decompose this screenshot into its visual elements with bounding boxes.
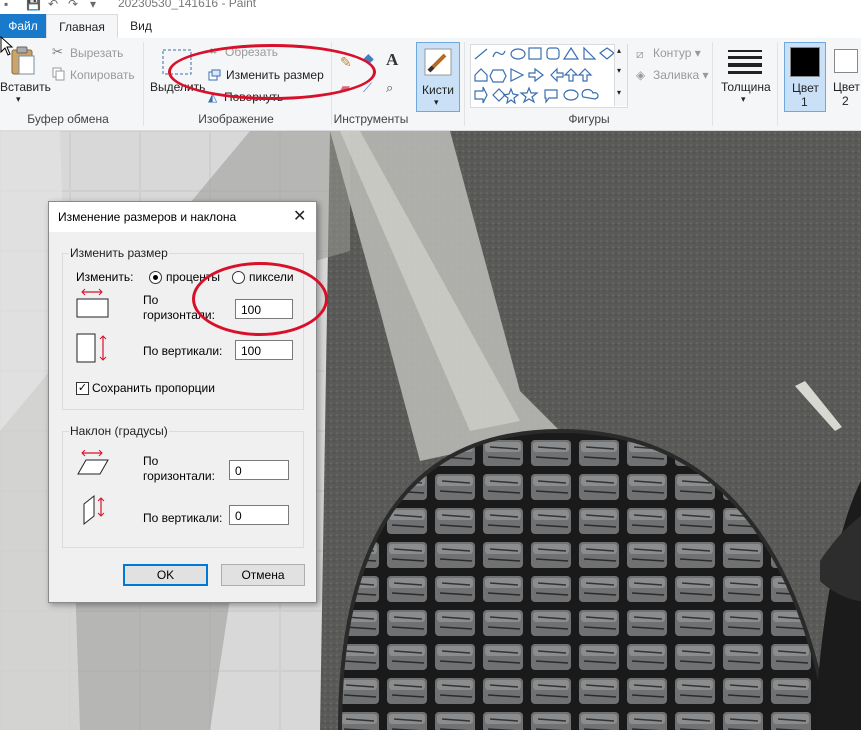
vertical-resize-icon bbox=[76, 332, 110, 369]
cancel-button[interactable]: Отмена bbox=[221, 564, 305, 586]
dialog-title: Изменение размеров и наклона bbox=[58, 210, 237, 224]
paint-app-icon: ▪ bbox=[4, 0, 9, 11]
shapes-group-label: Фигуры bbox=[568, 112, 610, 126]
shapes-gallery-scroll[interactable]: ▴ ▾ ▾ bbox=[614, 44, 627, 106]
window-title: 20230530_141616 - Paint bbox=[118, 0, 257, 10]
radio-selected-dot bbox=[153, 275, 158, 280]
title-bar: ▪ 💾 ↶ ↷ ▾ 20230530_141616 - Paint bbox=[0, 0, 861, 14]
outline-label: Контур bbox=[653, 46, 692, 60]
color2-number: 2 bbox=[842, 94, 849, 108]
image-group-label: Изображение bbox=[198, 112, 274, 126]
size-label[interactable]: Толщина bbox=[721, 80, 771, 94]
text-tool-icon[interactable]: A bbox=[386, 50, 398, 70]
ribbon: Вставить ▾ ✂ Вырезать Копировать Буфер о… bbox=[0, 38, 861, 131]
ribbon-separator bbox=[143, 42, 144, 126]
fill-button[interactable]: Заливка ▾ bbox=[653, 68, 709, 82]
scroll-up-icon[interactable]: ▴ bbox=[617, 46, 621, 55]
ok-button[interactable]: OK bbox=[123, 564, 208, 586]
paste-button-label[interactable]: Вставить bbox=[0, 80, 51, 94]
horizontal-resize-icon bbox=[76, 288, 110, 325]
skew-horizontal-input[interactable]: 0 bbox=[229, 460, 289, 480]
close-icon[interactable]: ✕ bbox=[293, 206, 306, 226]
resize-vertical-input[interactable]: 100 bbox=[235, 340, 293, 360]
size-icon[interactable] bbox=[728, 50, 762, 79]
scroll-down-icon[interactable]: ▾ bbox=[617, 66, 621, 75]
brush-icon bbox=[423, 47, 453, 82]
color2-label[interactable]: Цвет bbox=[833, 80, 860, 94]
clipboard-group-label: Буфер обмена bbox=[27, 112, 109, 126]
color1-number: 1 bbox=[801, 95, 808, 109]
color2-swatch[interactable] bbox=[834, 49, 858, 73]
copy-icon[interactable] bbox=[52, 67, 65, 86]
ribbon-separator bbox=[712, 42, 713, 126]
brushes-label: Кисти bbox=[422, 83, 454, 97]
resize-by-label: Изменить: bbox=[76, 270, 134, 284]
resize-horizontal-label-line1: По bbox=[143, 293, 159, 307]
color1-label: Цвет bbox=[792, 81, 819, 95]
undo-icon[interactable]: ↶ bbox=[48, 0, 58, 11]
redo-icon[interactable]: ↷ bbox=[68, 0, 78, 11]
shapes-gallery-icons[interactable] bbox=[471, 45, 627, 107]
gallery-expand-icon[interactable]: ▾ bbox=[617, 88, 621, 97]
outline-icon[interactable]: ⧄ bbox=[636, 47, 644, 62]
percent-radio[interactable] bbox=[149, 271, 162, 284]
resize-skew-dialog: Изменение размеров и наклона ✕ Изменить … bbox=[48, 201, 317, 603]
copy-button[interactable]: Копировать bbox=[70, 68, 135, 82]
keep-ratio-checkbox[interactable]: ✓ bbox=[76, 382, 89, 395]
color1-swatch bbox=[790, 47, 820, 77]
skew-vertical-label: По вертикали: bbox=[143, 511, 223, 525]
brushes-dropdown-icon: ▾ bbox=[434, 97, 439, 107]
tab-file[interactable]: Файл bbox=[0, 14, 46, 38]
resize-legend: Изменить размер bbox=[69, 246, 169, 260]
tab-home[interactable]: Главная bbox=[46, 14, 118, 40]
mouse-cursor-icon bbox=[0, 36, 14, 56]
size-dropdown-icon[interactable]: ▾ bbox=[741, 94, 746, 105]
annotation-ellipse-horizontal-input bbox=[192, 262, 328, 336]
outline-button[interactable]: Контур ▾ bbox=[653, 46, 701, 60]
horizontal-skew-icon bbox=[76, 449, 110, 483]
fill-icon[interactable]: ◈ bbox=[636, 68, 645, 82]
tools-group-label: Инструменты bbox=[333, 112, 409, 126]
customize-toolbar-chevron-icon[interactable]: ▾ bbox=[90, 0, 96, 11]
save-icon[interactable]: 💾 bbox=[26, 0, 41, 11]
shapes-gallery[interactable] bbox=[470, 44, 628, 108]
magnifier-icon[interactable]: ⌕ bbox=[386, 80, 393, 96]
color1-button[interactable]: Цвет 1 bbox=[784, 42, 826, 112]
cut-button[interactable]: Вырезать bbox=[70, 46, 123, 60]
resize-vertical-label: По вертикали: bbox=[143, 344, 223, 358]
tab-view[interactable]: Вид bbox=[116, 14, 166, 38]
annotation-ellipse-resize-button bbox=[168, 44, 376, 100]
brushes-button[interactable]: Кисти ▾ bbox=[416, 42, 460, 112]
fill-label: Заливка bbox=[653, 68, 700, 82]
cut-icon[interactable]: ✂ bbox=[52, 44, 63, 60]
ribbon-separator bbox=[464, 42, 465, 126]
skew-horizontal-label-line1: По bbox=[143, 454, 159, 468]
dialog-title-bar: Изменение размеров и наклона ✕ bbox=[49, 202, 316, 232]
keep-ratio-label[interactable]: Сохранить пропорции bbox=[92, 381, 215, 395]
skew-legend: Наклон (градусы) bbox=[69, 424, 169, 438]
ribbon-tabs: Файл Главная Вид bbox=[0, 14, 861, 40]
skew-vertical-input[interactable]: 0 bbox=[229, 505, 289, 525]
skew-horizontal-label-line2: горизонтали: bbox=[143, 469, 215, 483]
ribbon-separator bbox=[777, 42, 778, 126]
vertical-skew-icon bbox=[76, 494, 110, 531]
paste-dropdown-icon[interactable]: ▾ bbox=[16, 94, 21, 105]
